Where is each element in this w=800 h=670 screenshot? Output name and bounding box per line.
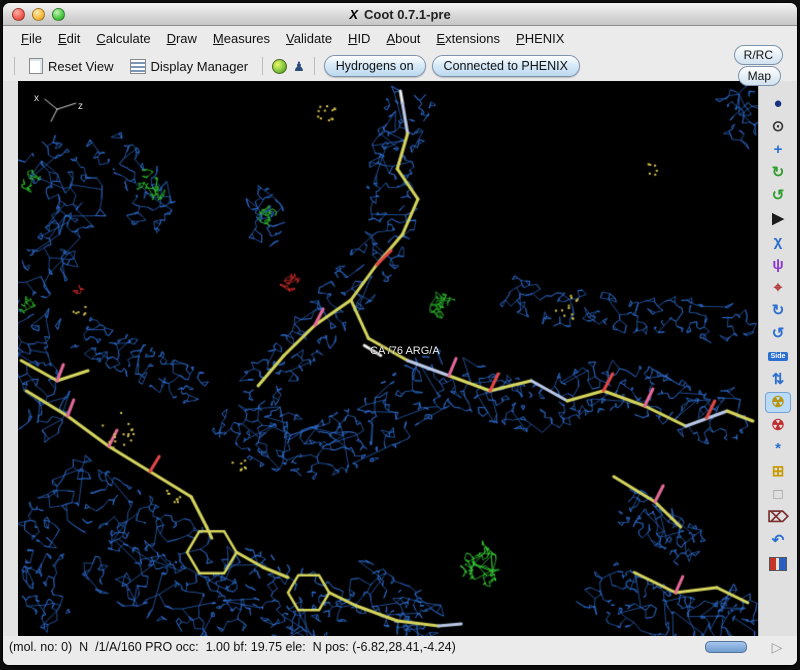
regularize-atoms-icon[interactable]: * [765,438,791,459]
menu-file[interactable]: File [13,28,50,49]
residue-label: CA /76 ARG/A [370,345,440,357]
statusbar: (mol. no: 0) N /1/A/160 PRO occ: 1.00 bf… [3,636,797,658]
menu-edit[interactable]: Edit [50,28,88,49]
zoom-button[interactable] [52,8,65,21]
traffic-lights [12,8,65,21]
add-terminal-residue-icon[interactable]: ⊞ [765,461,791,482]
radiation-red-icon[interactable]: ☢ [765,415,791,436]
minimize-button[interactable] [32,8,45,21]
rot-trans-zone-icon[interactable]: + [765,139,791,160]
display-manager-label: Display Manager [150,58,249,74]
cycle-forward-icon[interactable]: ↻ [765,300,791,321]
reset-view-label: Reset View [48,58,114,74]
toolbar-separator [262,57,264,75]
go-to-atom-icon[interactable] [272,58,288,74]
window-title: Coot 0.7.1-pre [363,6,451,22]
regularize-zone-icon[interactable]: ↺ [765,185,791,206]
menubar: File Edit Calculate Draw Measures Validate HID… [3,26,797,51]
window-bottom-edge [3,658,797,665]
menu-measures[interactable]: Measures [205,28,278,49]
real-space-refine-icon[interactable]: ↻ [765,162,791,183]
toolbar-separator [14,57,15,75]
display-manager-icon [129,58,146,74]
blank-tool-icon[interactable]: □ [765,484,791,505]
main-area: x z CA /76 ARG/A ● ⊙ + ↻ ↺ ▶ χ ψ ⌖ ↻ ↺ Side ⇅ ☢ ☢ * ⊞ □ ⌦ ↶ [3,81,797,636]
model-toolbar: ● ⊙ + ↻ ↺ ▶ χ ψ ⌖ ↻ ↺ Side ⇅ ☢ ☢ * ⊞ □ ⌦ ↶ [758,81,797,636]
menu-hid[interactable]: HID [340,28,378,49]
menu-validate[interactable]: Validate [278,28,340,49]
display-manager-button[interactable]: Display Manager [125,57,254,76]
menu-extensions[interactable]: Extensions [428,28,508,49]
coot-window: X Coot 0.7.1-pre File Edit Calculate Draw Me… [2,2,798,666]
reset-view-icon [29,58,43,74]
history-tool-icon[interactable]: ⊙ [765,116,791,137]
hydrogens-toggle-button[interactable]: Hydrogens on [323,55,426,77]
refine-active-icon[interactable]: ☢ [765,392,791,413]
undo-tool-icon[interactable]: ↶ [765,530,791,551]
menu-about[interactable]: About [378,28,428,49]
flag-image [769,556,787,571]
gl-viewport[interactable]: x z CA /76 ARG/A [18,81,758,636]
left-gutter [3,81,18,636]
delete-item-icon[interactable]: ⌦ [765,507,791,528]
menu-phenix[interactable]: PHENIX [508,28,572,49]
auto-fit-rotamer-icon[interactable]: ⌖ [765,277,791,298]
phenix-connection-button[interactable]: Connected to PHENIX [431,55,580,77]
edit-chi-angles-icon[interactable]: ψ [765,254,791,275]
molecular-canvas[interactable] [18,81,758,636]
title-wrap: X Coot 0.7.1-pre [349,7,450,22]
map-button[interactable]: Map [737,66,781,86]
status-text: (mol. no: 0) N /1/A/160 PRO occ: 1.00 bf… [9,640,456,654]
rrc-button[interactable]: R/RC [733,45,783,65]
axis-z-label: z [78,101,83,112]
toolbar-expand-icon[interactable]: ▷ [757,639,797,656]
sphere-tool-icon[interactable]: ● [765,93,791,114]
titlebar[interactable]: X Coot 0.7.1-pre [3,3,797,26]
side-chain-flip-icon[interactable]: Side [765,346,791,367]
side-chip-label: Side [767,352,789,361]
flip-peptide-icon[interactable]: ⇅ [765,369,791,390]
rotamers-icon[interactable]: χ [765,231,791,252]
x11-logo-icon: X [349,6,358,22]
axis-x-label: x [34,93,39,104]
status-scrollbar[interactable] [705,641,747,653]
reset-view-button[interactable]: Reset View [24,56,119,76]
go-to-ligand-icon[interactable]: ♟ [293,60,305,73]
menu-draw[interactable]: Draw [159,28,205,49]
menu-calculate[interactable]: Calculate [88,28,158,49]
close-button[interactable] [12,8,25,21]
cycle-back-icon[interactable]: ↺ [765,323,791,344]
toolbar-separator [313,57,315,75]
screenshot-flag-icon[interactable] [765,553,791,574]
main-toolbar: Reset View Display Manager ♟ Hydrogens o… [3,51,797,81]
run-tool-icon[interactable]: ▶ [765,208,791,229]
